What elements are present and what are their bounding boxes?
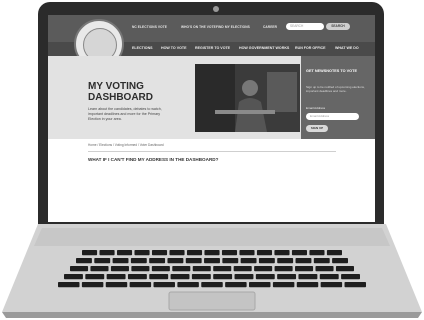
keyboard-key bbox=[313, 258, 330, 264]
keyboard-key bbox=[204, 258, 220, 264]
keyboard-key bbox=[127, 274, 147, 280]
webcam-icon bbox=[213, 6, 219, 12]
keyboard-key bbox=[192, 266, 211, 272]
keyboard-key bbox=[70, 266, 89, 272]
page-title: MY VOTING DASHBOARD bbox=[88, 81, 153, 103]
keyboard-key bbox=[201, 282, 223, 288]
nav-how-to-vote[interactable]: HOW TO VOTE bbox=[161, 46, 187, 50]
keyboard-key bbox=[153, 282, 175, 288]
nav-what-we-do[interactable]: WHAT WE DO bbox=[335, 46, 359, 50]
keyboard-key bbox=[335, 266, 354, 272]
email-field[interactable]: Email Address bbox=[306, 113, 359, 120]
keyboard-key bbox=[222, 258, 239, 264]
keyboard-key bbox=[94, 258, 111, 264]
top-link-career[interactable]: CAREER bbox=[263, 25, 277, 29]
faq-heading: WHAT IF I CAN'T FIND MY ADDRESS IN THE D… bbox=[88, 157, 219, 162]
keyboard-key bbox=[239, 250, 255, 256]
nav-how-government-works[interactable]: HOW GOVERNMENT WORKS bbox=[239, 46, 289, 50]
keyboard-key bbox=[99, 250, 115, 256]
keyboard-key bbox=[332, 258, 348, 264]
keyboard-key bbox=[291, 250, 308, 256]
keyboard-key bbox=[234, 274, 254, 280]
keyboard-key bbox=[116, 250, 133, 256]
nav-register[interactable]: REGISTER TO VOTE bbox=[195, 46, 230, 50]
keyboard-key bbox=[170, 274, 190, 280]
keyboard-key bbox=[106, 274, 126, 280]
keyboard-key bbox=[319, 274, 339, 280]
keyboard-key bbox=[295, 258, 312, 264]
keyboard-key bbox=[274, 266, 293, 272]
keyboard-key bbox=[320, 282, 343, 288]
keyboard-key bbox=[295, 266, 314, 272]
keyboard-key bbox=[64, 274, 83, 280]
keyboard-key bbox=[221, 250, 238, 256]
top-link-whos-on[interactable]: WHO'S ON THE VOTE bbox=[181, 25, 216, 29]
divider bbox=[88, 151, 336, 152]
keyboard-key bbox=[186, 250, 203, 256]
browser-screen: NC ELECTIONS VOTE WHO'S ON THE VOTE FIND… bbox=[48, 15, 375, 222]
keyboard-key bbox=[277, 274, 297, 280]
keyboard-key bbox=[254, 266, 273, 272]
keyboard-key bbox=[130, 258, 147, 264]
keyboard-key bbox=[274, 250, 290, 256]
newsletter-text: Sign up to be notified of upcoming elect… bbox=[306, 85, 365, 93]
keyboard-key bbox=[277, 258, 294, 264]
keyboard-key bbox=[204, 250, 220, 256]
keyboard-key bbox=[151, 266, 170, 272]
keyboard-key bbox=[341, 274, 360, 280]
search-button[interactable]: SEARCH bbox=[326, 23, 350, 30]
keyboard-key bbox=[249, 282, 271, 288]
keyboard-key bbox=[58, 282, 80, 288]
keyboard-key bbox=[149, 274, 169, 280]
keyboard-key bbox=[309, 250, 325, 256]
keyboard-key bbox=[177, 282, 199, 288]
keyboard-key bbox=[256, 250, 273, 256]
keyboard-key bbox=[233, 266, 252, 272]
keyboard-key bbox=[167, 258, 184, 264]
keyboard-key bbox=[344, 282, 366, 288]
keyboard-key bbox=[169, 250, 185, 256]
keyboard-key bbox=[105, 282, 128, 288]
top-link-find-elections[interactable]: FIND MY ELECTIONS bbox=[216, 25, 250, 29]
keyboard-key bbox=[296, 282, 319, 288]
top-link-elections-vote[interactable]: NC ELECTIONS VOTE bbox=[132, 25, 167, 29]
newsletter-title: GET NEWSNOTES TO VOTE bbox=[306, 69, 357, 73]
keyboard-key bbox=[85, 274, 105, 280]
keyboard-key bbox=[240, 258, 257, 264]
keyboard-key bbox=[326, 250, 342, 256]
keyboard-key bbox=[315, 266, 334, 272]
laptop-base bbox=[2, 224, 422, 318]
keyboard-key bbox=[191, 274, 211, 280]
sign-up-button[interactable]: SIGN UP bbox=[306, 125, 328, 132]
keyboard-key bbox=[134, 250, 150, 256]
breadcrumb[interactable]: Home / Elections / Voting Informed / Vot… bbox=[88, 143, 164, 147]
keyboard-key bbox=[129, 282, 152, 288]
nav-elections[interactable]: ELECTIONS bbox=[132, 46, 153, 50]
nav-run-for-office[interactable]: RUN FOR OFFICE bbox=[295, 46, 326, 50]
keyboard-key bbox=[131, 266, 150, 272]
keyboard-key bbox=[213, 266, 232, 272]
email-label: Email Address bbox=[306, 106, 326, 110]
hero-intro-text: Learn about the candidates, debates to w… bbox=[88, 107, 162, 121]
keyboard-key bbox=[225, 282, 247, 288]
keyboard-key bbox=[213, 274, 233, 280]
keyboard-key bbox=[82, 250, 98, 256]
keyboard-key bbox=[112, 258, 129, 264]
keyboard-key bbox=[172, 266, 191, 272]
keyboard-key bbox=[149, 258, 166, 264]
keyboard-key bbox=[298, 274, 318, 280]
keyboard-key bbox=[76, 258, 92, 264]
keyboard-key bbox=[185, 258, 202, 264]
search-input[interactable]: SEARCH bbox=[286, 23, 324, 30]
keyboard-key bbox=[110, 266, 129, 272]
keyboard-key bbox=[151, 250, 168, 256]
keyboard-key bbox=[90, 266, 109, 272]
keyboard-key bbox=[81, 282, 104, 288]
trackpad bbox=[168, 291, 256, 311]
hero-photo bbox=[195, 64, 300, 132]
keyboard-key bbox=[258, 258, 275, 264]
keyboard-key bbox=[255, 274, 275, 280]
keyboard-key bbox=[272, 282, 295, 288]
